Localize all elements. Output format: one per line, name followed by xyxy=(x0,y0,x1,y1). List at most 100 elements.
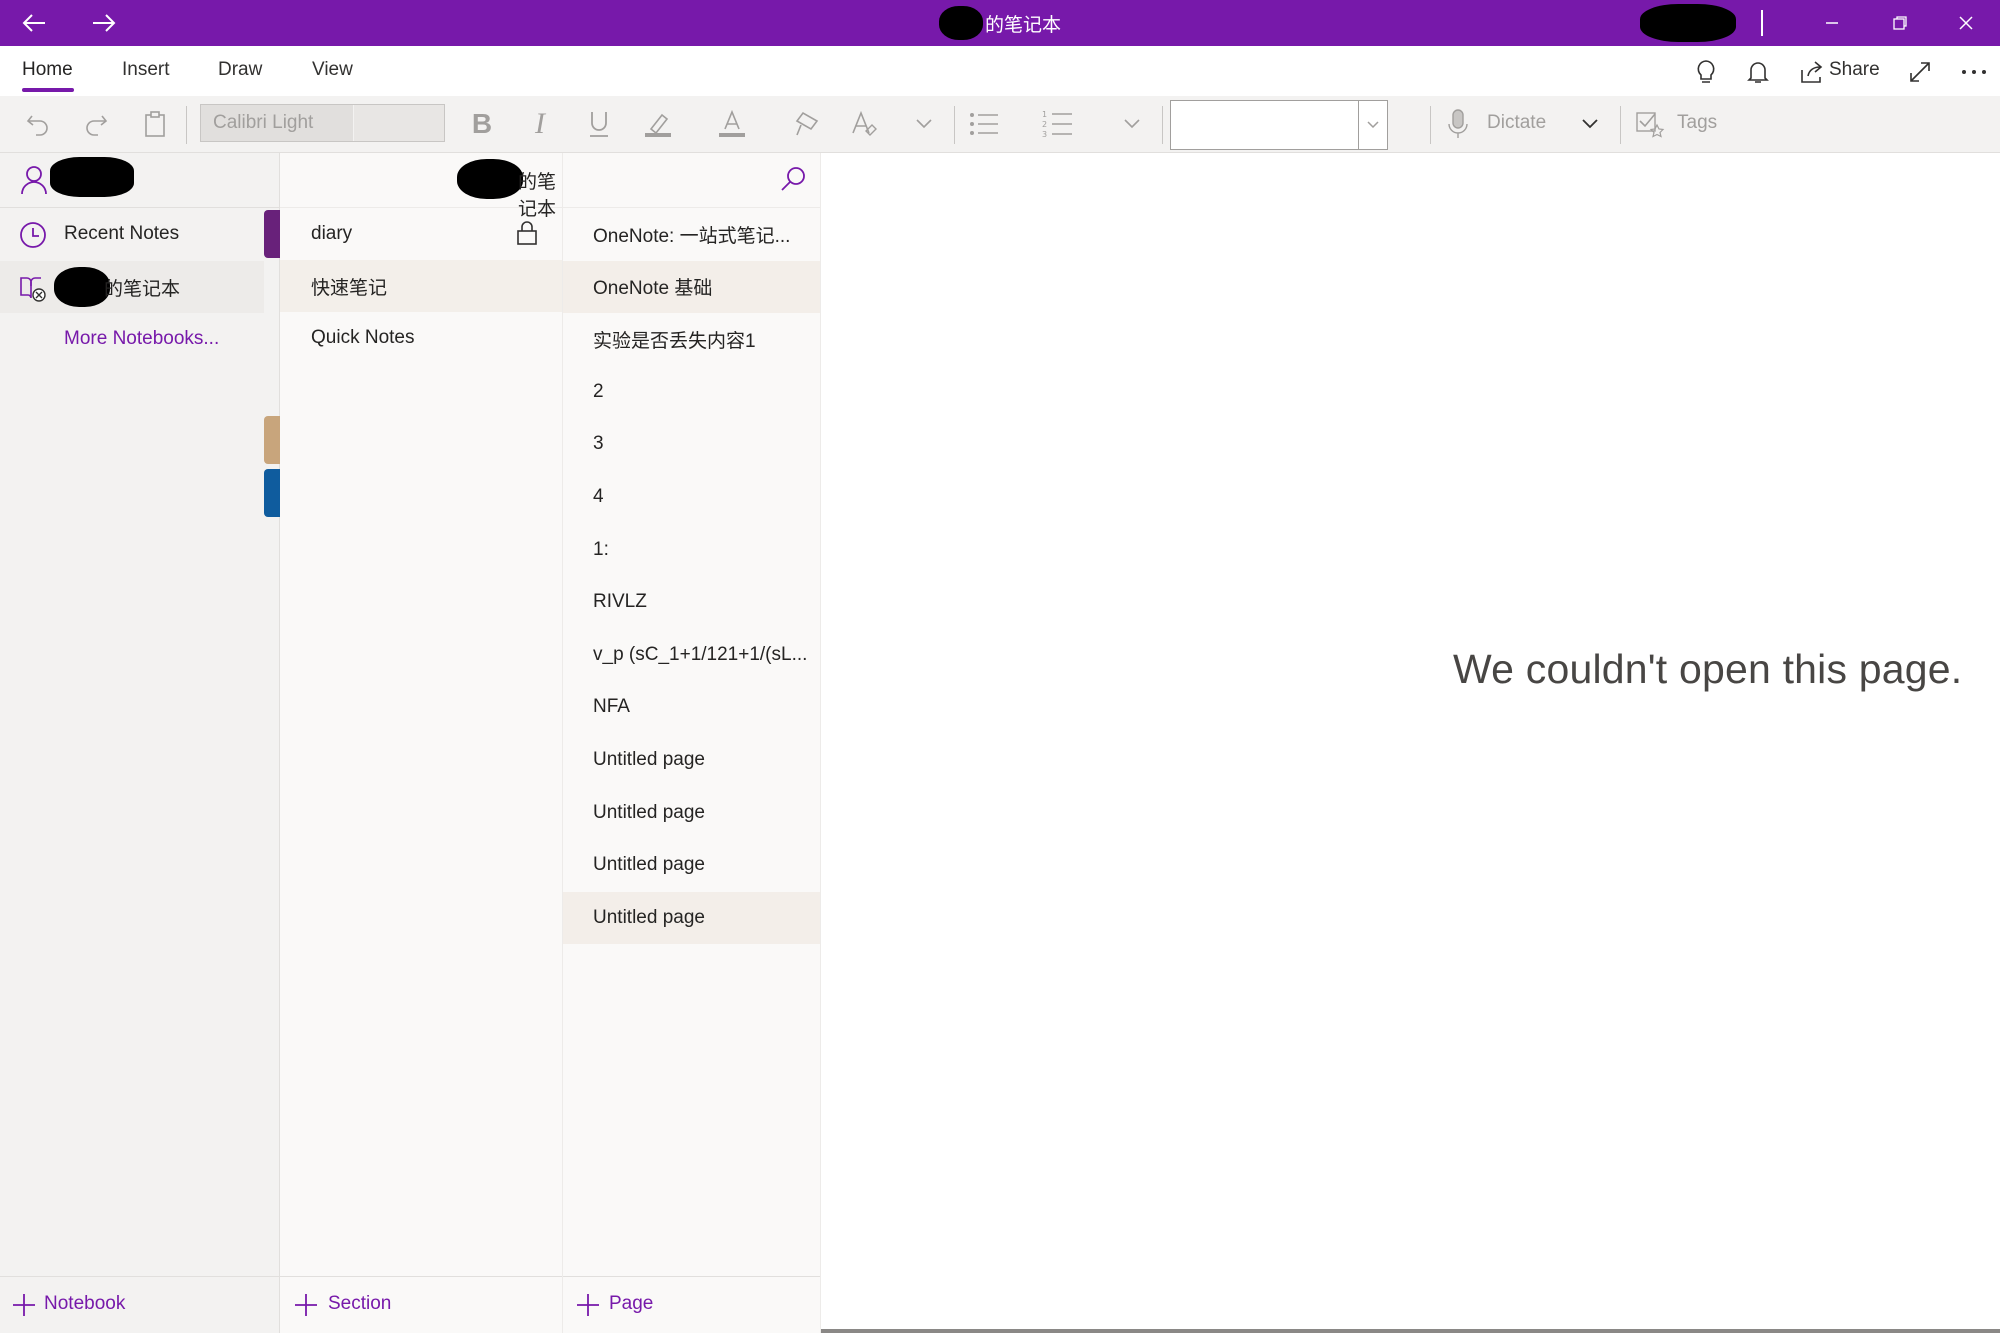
add-section-button[interactable]: Section xyxy=(280,1276,562,1333)
highlight-button[interactable] xyxy=(640,106,676,142)
numbering-button[interactable]: 123 xyxy=(1040,106,1076,142)
page-canvas[interactable] xyxy=(821,153,2000,1333)
more-paragraph-dropdown[interactable] xyxy=(1114,106,1150,142)
page-label: Untitled page xyxy=(593,906,705,928)
add-section-label: Section xyxy=(328,1293,392,1314)
share-icon xyxy=(1799,60,1825,84)
page-item[interactable]: Untitled page xyxy=(563,734,820,786)
clipboard-icon xyxy=(142,110,168,138)
bell-icon xyxy=(1746,59,1770,85)
tags-button[interactable] xyxy=(1632,106,1668,142)
section-label: 快速笔记 xyxy=(311,277,388,299)
style-dropdown-arrow[interactable] xyxy=(1358,101,1387,149)
more-formatting-dropdown[interactable] xyxy=(906,106,942,142)
page-item[interactable]: 实验是否丢失内容1 xyxy=(563,313,820,365)
format-painter-button[interactable] xyxy=(790,106,826,142)
titlebar-divider xyxy=(1761,10,1763,36)
lightbulb-button[interactable] xyxy=(1688,54,1724,90)
notifications-button[interactable] xyxy=(1740,54,1776,90)
section-item-diary[interactable]: diary xyxy=(280,208,562,260)
restore-button[interactable] xyxy=(1866,0,1934,46)
clear-formatting-button[interactable] xyxy=(846,106,882,142)
fullscreen-button[interactable] xyxy=(1902,54,1938,90)
page-label: Untitled page xyxy=(593,801,705,823)
page-item[interactable]: Untitled page xyxy=(563,891,820,944)
dictate-label[interactable]: Dictate xyxy=(1487,112,1546,134)
page-label: OneNote 基础 xyxy=(593,278,713,300)
more-notebooks-link[interactable]: More Notebooks... xyxy=(0,313,264,365)
tags-label[interactable]: Tags xyxy=(1677,112,1717,134)
tab-draw[interactable]: Draw xyxy=(218,59,262,81)
tab-home[interactable]: Home xyxy=(22,59,73,81)
page-item[interactable]: 3 xyxy=(563,418,820,470)
minimize-button[interactable] xyxy=(1798,0,1866,46)
section-label: Quick Notes xyxy=(311,327,415,348)
more-notebooks-label[interactable]: More Notebooks... xyxy=(64,328,219,350)
minimize-icon xyxy=(1824,15,1840,31)
section-item-quick-notes-cn[interactable]: 快速笔记 xyxy=(280,260,562,312)
style-dropdown[interactable] xyxy=(1170,100,1388,150)
undo-button[interactable] xyxy=(20,106,56,142)
page-item[interactable]: NFA xyxy=(563,681,820,733)
section-item-quick-notes[interactable]: Quick Notes xyxy=(280,312,562,364)
tab-view[interactable]: View xyxy=(312,59,353,81)
page-item[interactable]: 2 xyxy=(563,366,820,418)
page-label: v_p (sC_1+1/121+1/(sL... xyxy=(593,643,808,665)
horizontal-scrollbar[interactable] xyxy=(821,1329,2000,1333)
svg-text:3: 3 xyxy=(1042,130,1047,139)
recent-notes-label: Recent Notes xyxy=(64,223,180,244)
clear-format-icon xyxy=(849,109,879,139)
underline-button[interactable] xyxy=(581,106,617,142)
bullet-list-icon xyxy=(969,111,999,137)
page-item[interactable]: RIVLZ xyxy=(563,576,820,628)
share-button[interactable] xyxy=(1794,54,1830,90)
page-item[interactable]: Untitled page xyxy=(563,839,820,891)
font-color-button[interactable] xyxy=(714,106,750,142)
bullets-button[interactable] xyxy=(966,106,1002,142)
chevron-down-icon xyxy=(1581,118,1599,130)
dictate-button[interactable] xyxy=(1440,106,1476,142)
font-name-field[interactable]: Calibri Light xyxy=(201,105,353,141)
tab-insert[interactable]: Insert xyxy=(122,59,170,81)
close-button[interactable] xyxy=(1932,0,2000,46)
font-color-icon xyxy=(717,109,747,139)
redacted-name xyxy=(938,6,983,40)
section-color-tab xyxy=(264,416,280,464)
sections-pane: 的笔记本 diary 快速笔记 Quick Notes Section xyxy=(280,153,563,1333)
font-size-field[interactable] xyxy=(354,105,444,141)
page-item[interactable]: 4 xyxy=(563,471,820,523)
page-item[interactable]: v_p (sC_1+1/121+1/(sL... xyxy=(563,629,820,681)
highlighter-icon xyxy=(643,109,673,139)
section-color-tab xyxy=(264,469,280,517)
underline-icon xyxy=(586,109,612,139)
section-color-tab xyxy=(264,210,280,258)
notebook-item[interactable]: 的笔记本 xyxy=(0,261,264,313)
add-page-button[interactable]: Page xyxy=(563,1276,820,1333)
redo-button[interactable] xyxy=(78,106,114,142)
italic-button[interactable]: I xyxy=(522,106,558,142)
bold-icon: B xyxy=(471,108,493,139)
page-label: 2 xyxy=(593,380,604,402)
format-painter-icon xyxy=(793,109,823,139)
page-label: 4 xyxy=(593,486,604,507)
page-label: 3 xyxy=(593,433,604,455)
page-label: 实验是否丢失内容1 xyxy=(593,330,756,352)
search-button[interactable] xyxy=(779,165,807,193)
redacted-account xyxy=(1640,4,1736,42)
font-selector[interactable]: Calibri Light xyxy=(200,104,445,142)
paste-button[interactable] xyxy=(137,106,173,142)
ribbon-divider xyxy=(186,106,187,144)
close-icon xyxy=(1958,15,1974,31)
recent-notes-item[interactable]: Recent Notes xyxy=(0,208,279,260)
page-item[interactable]: 1: xyxy=(563,524,820,576)
bold-button[interactable]: B xyxy=(464,106,500,142)
svg-text:1: 1 xyxy=(1042,110,1047,119)
page-item[interactable]: Untitled page xyxy=(563,787,820,839)
more-options-button[interactable] xyxy=(1956,54,1992,90)
add-notebook-button[interactable]: Notebook xyxy=(0,1276,279,1333)
dictate-dropdown[interactable] xyxy=(1572,106,1608,142)
page-item[interactable]: OneNote 基础 xyxy=(563,260,820,313)
share-label[interactable]: Share xyxy=(1829,59,1880,81)
account-header[interactable] xyxy=(0,153,279,208)
page-item[interactable]: OneNote: 一站式笔记... xyxy=(563,208,820,260)
